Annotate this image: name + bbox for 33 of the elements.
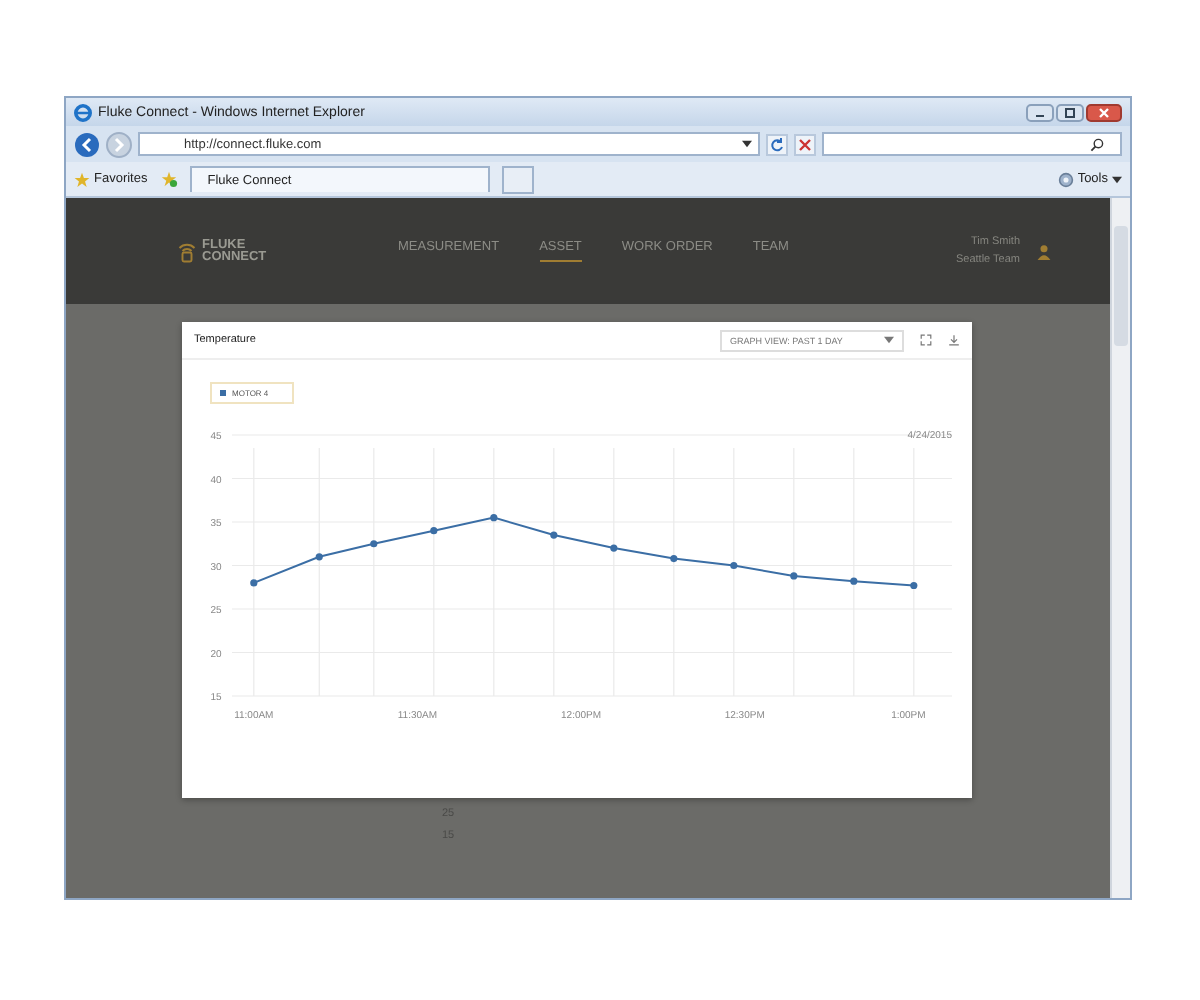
download-icon[interactable] — [948, 334, 960, 346]
scrollbar[interactable] — [1110, 198, 1130, 898]
point — [370, 540, 378, 548]
point — [730, 561, 738, 570]
user-icon[interactable] — [1036, 243, 1052, 259]
wifi-logo-icon — [178, 238, 196, 264]
caret-icon — [1112, 175, 1122, 183]
caret-icon — [884, 336, 894, 344]
point — [910, 581, 918, 590]
search-icon — [1090, 137, 1104, 151]
gear-icon — [1057, 171, 1074, 187]
expand-icon[interactable] — [920, 334, 932, 346]
minimize-button[interactable] — [1026, 103, 1054, 121]
maximize-button[interactable] — [1056, 103, 1084, 121]
point — [790, 572, 798, 580]
ie-logo-icon — [74, 103, 92, 121]
refresh-button[interactable] — [766, 133, 788, 155]
point — [315, 553, 323, 561]
star-icon — [74, 171, 90, 187]
point — [490, 514, 498, 522]
close-button[interactable] — [1086, 103, 1122, 121]
point — [610, 544, 618, 552]
point — [850, 577, 858, 585]
point — [550, 531, 558, 539]
point — [430, 527, 438, 535]
point — [670, 554, 678, 563]
point — [250, 579, 258, 587]
search-field[interactable] — [822, 132, 1122, 156]
add-favorites-icon[interactable] — [159, 170, 178, 188]
forward-button[interactable] — [106, 131, 132, 157]
back-button[interactable] — [74, 131, 100, 157]
caret-icon[interactable] — [742, 140, 752, 148]
stop-button[interactable] — [794, 133, 816, 155]
